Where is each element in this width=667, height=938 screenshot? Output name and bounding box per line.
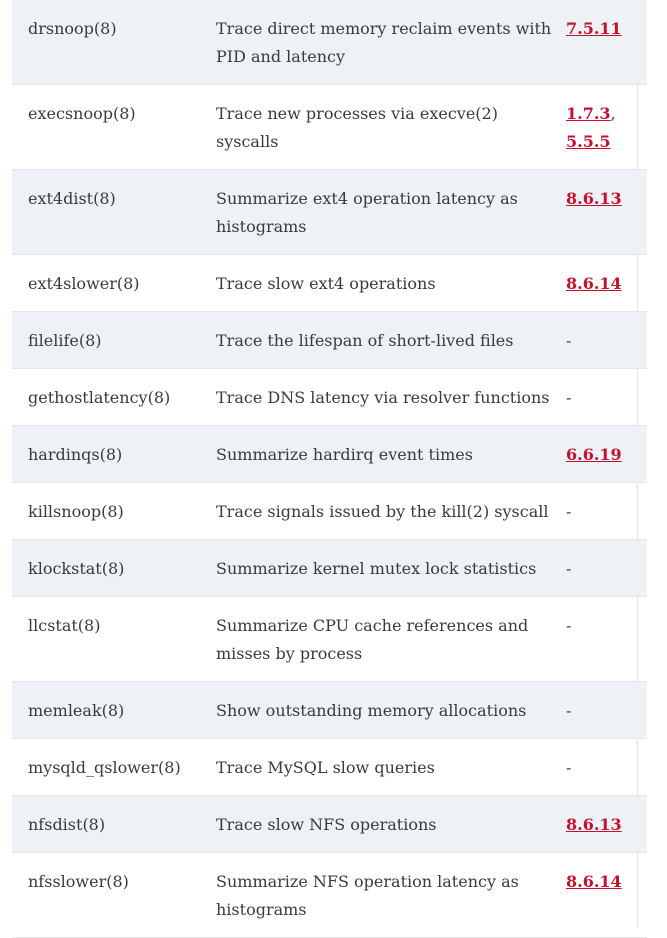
tool-section-refs: 1.7.3, 5.5.5: [566, 85, 647, 170]
tool-section-refs: -: [566, 681, 647, 739]
no-reference: -: [566, 701, 572, 720]
tool-description: Summarize ext4 operation latency as hist…: [216, 169, 566, 255]
section-reference-link[interactable]: 6.6.19: [566, 445, 622, 464]
table-row: ext4slower(8) Trace slow ext4 operations 8…: [12, 255, 647, 312]
tool-description: Trace slow NFS operations: [216, 795, 566, 853]
tool-description: Trace signals issued by the kill(2) sysc…: [216, 502, 549, 521]
tools-table: drsnoop(8) Trace direct memory reclaim ev…: [12, 0, 647, 938]
tool-section-refs: -: [566, 739, 647, 796]
section-reference-link[interactable]: 7.5.11: [566, 19, 622, 38]
tool-description: Trace slow ext4 operations: [216, 274, 436, 293]
table-row: killsnoop(8) Trace signals issued by the …: [12, 483, 647, 540]
tool-description: Trace new processes via execve(2) syscal…: [216, 104, 498, 151]
section-reference-link[interactable]: 8.6.13: [566, 815, 622, 834]
tool-name: nfsdist(8): [12, 795, 216, 853]
tool-name: ext4slower(8): [28, 274, 140, 293]
tool-name: llcstat(8): [28, 616, 101, 635]
tool-description: Summarize hardirq event times: [216, 425, 566, 483]
tool-name: killsnoop(8): [28, 502, 124, 521]
tool-name: filelife(8): [12, 311, 216, 369]
tool-section-refs: -: [566, 483, 647, 540]
table-row: ext4dist(8) Summarize ext4 operation late…: [12, 169, 647, 255]
tool-description: Summarize CPU cache references and misse…: [216, 616, 529, 663]
tool-name: gethostlatency(8): [28, 388, 171, 407]
reference-separator: ,: [610, 104, 616, 123]
tool-name: mysqld_qslower(8): [28, 758, 181, 777]
tool-section-refs: -: [566, 369, 647, 426]
tool-section-refs: 7.5.11: [566, 0, 647, 85]
table-row: execsnoop(8) Trace new processes via exec…: [12, 85, 647, 170]
tool-name: klockstat(8): [12, 539, 216, 597]
table-row: nfsdist(8) Trace slow NFS operations 8.6.1…: [12, 795, 647, 853]
tool-description: Show outstanding memory allocations: [216, 681, 566, 739]
tool-name: nfsslower(8): [28, 872, 129, 891]
tools-table-body: drsnoop(8) Trace direct memory reclaim ev…: [12, 0, 647, 938]
table-row: nfsslower(8) Summarize NFS operation late…: [12, 853, 647, 938]
tool-description: Summarize NFS operation latency as histo…: [216, 872, 519, 919]
tool-name: hardinqs(8): [12, 425, 216, 483]
no-reference: -: [566, 616, 572, 635]
table-row: filelife(8) Trace the lifespan of short-l…: [12, 311, 647, 369]
no-reference: -: [566, 559, 572, 578]
tool-section-refs: -: [566, 539, 647, 597]
section-reference-link[interactable]: 8.6.14: [566, 274, 622, 293]
tool-name: execsnoop(8): [28, 104, 136, 123]
table-row: llcstat(8) Summarize CPU cache references…: [12, 597, 647, 682]
table-row: hardinqs(8) Summarize hardirq event times…: [12, 425, 647, 483]
tool-description: Trace the lifespan of short-lived files: [216, 311, 566, 369]
no-reference: -: [566, 331, 572, 350]
table-row: drsnoop(8) Trace direct memory reclaim ev…: [12, 0, 647, 85]
tool-section-refs: 8.6.14: [566, 255, 647, 312]
tool-section-refs: 8.6.13: [566, 795, 647, 853]
section-reference-link[interactable]: 5.5.5: [566, 132, 611, 151]
tool-section-refs: 8.6.14: [566, 853, 647, 938]
tool-section-refs: -: [566, 311, 647, 369]
tool-section-refs: 6.6.19: [566, 425, 647, 483]
tool-section-refs: 8.6.13: [566, 169, 647, 255]
no-reference: -: [566, 502, 572, 521]
table-row: mysqld_qslower(8) Trace MySQL slow querie…: [12, 739, 647, 796]
tool-description: Summarize kernel mutex lock statistics: [216, 539, 566, 597]
section-reference-link[interactable]: 1.7.3: [566, 104, 611, 123]
table-row: gethostlatency(8) Trace DNS latency via r…: [12, 369, 647, 426]
table-row: klockstat(8) Summarize kernel mutex lock …: [12, 539, 647, 597]
section-reference-link[interactable]: 8.6.13: [566, 189, 622, 208]
tool-name: ext4dist(8): [12, 169, 216, 255]
tool-name: memleak(8): [12, 681, 216, 739]
tool-name: drsnoop(8): [12, 0, 216, 85]
tool-description: Trace MySQL slow queries: [216, 758, 435, 777]
no-reference: -: [566, 388, 572, 407]
tool-description: Trace direct memory reclaim events with …: [216, 0, 566, 85]
table-row: memleak(8) Show outstanding memory alloca…: [12, 681, 647, 739]
section-reference-link[interactable]: 8.6.14: [566, 872, 622, 891]
no-reference: -: [566, 758, 572, 777]
tool-description: Trace DNS latency via resolver functions: [216, 388, 550, 407]
tool-section-refs: -: [566, 597, 647, 682]
